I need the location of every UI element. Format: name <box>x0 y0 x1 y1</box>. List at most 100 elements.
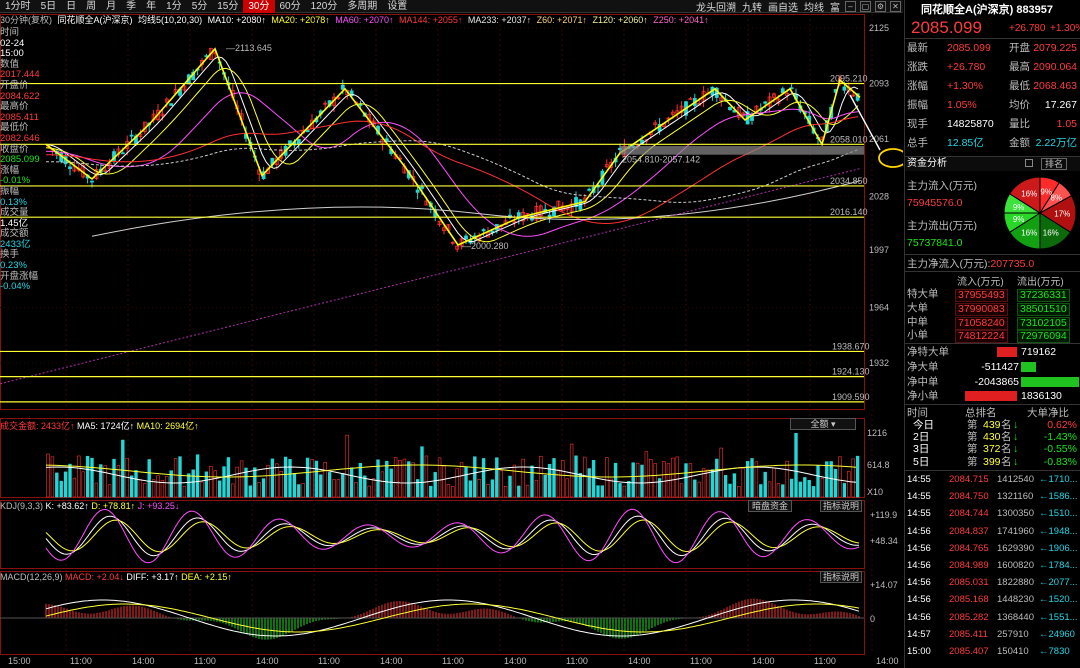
kdj-help-button[interactable]: 指标说明 <box>820 500 862 512</box>
tick-amount: ←1784... <box>1039 560 1078 571</box>
tick-row[interactable]: 14:55 2084.750 1321160 ←1586... <box>905 489 1080 505</box>
volume-bar <box>833 468 838 498</box>
expand-icon[interactable] <box>1025 159 1033 167</box>
period-tab-14[interactable]: 设置 <box>382 0 412 13</box>
tick-row[interactable]: 14:56 2084.765 1629390 ←1906... <box>905 541 1080 557</box>
tick-row[interactable]: 14:56 2085.031 1822880 ←2077... <box>905 575 1080 591</box>
tick-row[interactable]: 14:56 2085.168 1448230 ←1520... <box>905 592 1080 608</box>
tick-volume: 1741960 <box>997 525 1034 537</box>
time-axis-label: 11:00 <box>318 656 340 666</box>
tick-row[interactable]: 14:56 2085.282 1368440 ←1551... <box>905 610 1080 626</box>
quote-value: 14825870 <box>947 118 994 130</box>
tick-amount: ←1586... <box>1039 491 1078 503</box>
tool-button-2[interactable]: 画自选 <box>765 0 801 14</box>
period-tab-12[interactable]: 120分 <box>306 0 343 13</box>
volume-bar <box>235 466 239 498</box>
rank-ratio: -1.43% <box>1043 431 1077 444</box>
lock-icon[interactable]: ▢ <box>860 0 871 12</box>
volume-bar <box>112 458 116 498</box>
period-tab-2[interactable]: 日 <box>61 0 81 13</box>
funds-table-row: 中单 71058240 73102105 <box>905 316 1080 330</box>
period-tab-5[interactable]: 季 <box>121 0 141 13</box>
period-tab-7[interactable]: 1分 <box>161 0 187 13</box>
volume-bar <box>640 464 644 498</box>
volume-type-dropdown[interactable]: 全额 ▾ <box>790 418 856 430</box>
tick-row[interactable]: 14:56 2084.837 1741960 ←1948... <box>905 524 1080 540</box>
tick-volume: 150410 <box>997 646 1029 657</box>
close-icon[interactable]: ✕ <box>890 0 901 12</box>
volume-bar <box>732 473 737 498</box>
period-tab-13[interactable]: 多周期 <box>342 0 382 13</box>
volume-bar <box>671 457 675 498</box>
period-tab-4[interactable]: 月 <box>101 0 121 13</box>
tick-row[interactable]: 14:55 2084.715 1412540 ←1710... <box>905 472 1080 488</box>
info-time-label: 时间 <box>0 27 20 38</box>
period-tab-6[interactable]: 年 <box>141 0 161 13</box>
period-tab-10[interactable]: 30分 <box>243 0 275 13</box>
tool-button-4[interactable]: 富 <box>827 0 843 14</box>
funds-table-row: 特大单 37955493 37236331 <box>905 288 1080 302</box>
period-tab-1[interactable]: 5日 <box>36 0 62 13</box>
volume-bar <box>807 479 811 498</box>
tick-row[interactable]: 14:56 2084.989 1600820 ←1784... <box>905 558 1080 574</box>
volume-bar <box>99 464 103 498</box>
tool-button-1[interactable]: 九转 <box>739 0 765 14</box>
volume-bar <box>565 478 569 498</box>
macd-legend-name: MACD(12,26,9) <box>0 572 63 582</box>
candle-body <box>763 101 768 104</box>
macd-help-button[interactable]: 指标说明 <box>820 571 862 583</box>
tool-button-3[interactable]: 均线 <box>801 0 827 14</box>
quote-label: 振幅 <box>907 99 928 111</box>
period-tab-3[interactable]: 周 <box>81 0 101 13</box>
tick-volume: 1600820 <box>997 560 1034 571</box>
tick-time: 14:56 <box>907 577 931 589</box>
volume-bar <box>433 472 437 498</box>
volume-bar <box>178 456 182 498</box>
rank-prefix: 第 <box>967 443 978 456</box>
volume-bar <box>191 469 195 498</box>
volume-bar <box>288 459 292 498</box>
candle-body <box>728 106 732 110</box>
vol-legend-ma5: MA5: 1724亿↑ <box>77 421 135 431</box>
gear-icon[interactable]: ⚙ <box>875 0 886 12</box>
quote-value: 2079.225 <box>1033 42 1077 54</box>
time-axis-label: 11:00 <box>70 656 92 666</box>
time-axis-label: 11:00 <box>566 656 588 666</box>
tool-button-0[interactable]: 龙头回溯 <box>693 0 739 14</box>
quote-row: 涨幅 +1.30% 最低 2068.463 <box>905 79 1080 94</box>
volume-bar <box>200 481 204 498</box>
period-tab-11[interactable]: 60分 <box>275 0 306 13</box>
volume-bar <box>270 458 275 498</box>
funds-analysis-tab[interactable]: 资金分析 <box>907 157 947 171</box>
rank-header-total: 总排名 <box>965 407 997 419</box>
volume-bar <box>380 471 385 498</box>
volume-bar <box>138 479 143 498</box>
volume-bar <box>486 484 490 498</box>
period-tab-0[interactable]: 1分时 <box>0 0 36 13</box>
tick-volume: 1448230 <box>997 594 1034 606</box>
volume-bar <box>107 484 112 498</box>
tick-row[interactable]: 14:55 2084.744 1300350 ←1510... <box>905 506 1080 522</box>
candle-body <box>129 134 134 137</box>
tick-amount: ←1551... <box>1039 611 1078 623</box>
rank-ratio: -0.83% <box>1043 455 1077 468</box>
kline-chart[interactable]: 21252093206120281997196419322095.2102058… <box>0 14 903 668</box>
minimize-icon[interactable]: – <box>845 0 856 12</box>
period-tab-8[interactable]: 5分 <box>187 0 213 13</box>
dark-pool-funds-button[interactable]: 暗盘资金 <box>748 500 792 512</box>
tick-time: 14:56 <box>907 525 931 537</box>
period-tab-9[interactable]: 15分 <box>212 0 243 13</box>
time-axis-label: 14:00 <box>752 656 775 666</box>
tick-price: 2085.031 <box>949 577 989 589</box>
tick-row[interactable]: 15:00 2085.407 150410 ←7830 <box>905 644 1080 660</box>
tick-time: 14:56 <box>907 560 931 571</box>
volume-bar <box>385 460 389 498</box>
tick-row[interactable]: 14:57 2085.411 257910 ←24960 <box>905 627 1080 643</box>
time-axis: 15:00 11:00 14:00 11:00 14:00 11:00 14:00 11:00… <box>0 655 903 668</box>
price-axis-label: 2125 <box>869 23 889 33</box>
volume-bar <box>77 455 81 498</box>
tick-amount: ←7830 <box>1039 646 1070 657</box>
rank-button[interactable]: 排名 <box>1041 158 1068 170</box>
volume-bar <box>301 483 305 498</box>
time-axis-label: 14:00 <box>380 656 403 666</box>
